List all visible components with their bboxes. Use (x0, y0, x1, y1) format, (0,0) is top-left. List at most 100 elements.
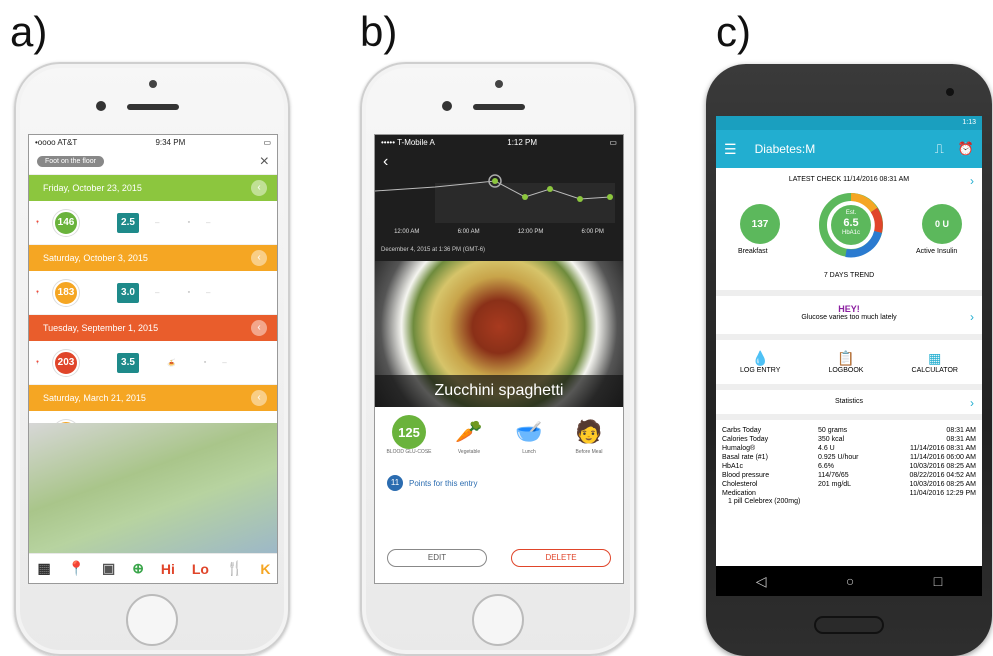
hba1c-label: HbA1c (841, 230, 860, 236)
android-c-frame: 1:13 ☰ Diabetes:M ⎍ ⏰ LATEST CHECK 11/14… (706, 64, 992, 656)
delete-button[interactable]: DELETE (511, 549, 611, 567)
glucose-badge: 183 (53, 279, 79, 306)
trend-line (375, 174, 615, 223)
collapse-icon[interactable]: ‹ (251, 390, 267, 406)
blood-glucose-item: 125 BLOOD GLU-COSE (383, 415, 435, 455)
empty-dash: – (155, 218, 160, 227)
stat-value: 350 kcal (818, 436, 845, 443)
entry-row[interactable]: 📍 146 2.5 – ▫ – (29, 201, 277, 245)
filter-tag[interactable]: Foot on the floor (37, 156, 104, 167)
k-icon[interactable]: K (260, 561, 270, 577)
date-label: Friday, October 23, 2015 (43, 183, 142, 193)
time-tick: 6:00 PM (581, 229, 604, 235)
status-bar: ••••• T-Mobile A 1:12 PM ▭ (375, 135, 623, 149)
active-insulin-value: 0 U (922, 204, 962, 244)
stat-time: 11/04/2016 12:29 PM (909, 490, 976, 497)
time-tick: 12:00 PM (517, 229, 544, 235)
entry-list: Friday, October 23, 2015 ‹ 📍 146 2.5 – ▫ – Satur… (29, 175, 277, 455)
stat-value: 4.6 U (818, 445, 835, 452)
stat-value: 0.925 U/hour (818, 454, 859, 461)
icon-label: Before Meal (575, 449, 603, 455)
hey-card[interactable]: HEY! Glucose varies too much lately › (716, 296, 982, 340)
iphone-sensor (149, 80, 157, 88)
phone-a-screen: •oooo AT&T 9:34 PM ▭ Foot on the floor ×… (28, 134, 278, 584)
statistics-card[interactable]: Statistics › (716, 390, 982, 420)
action-buttons: EDIT DELETE (375, 549, 623, 567)
stats-row: Cholesterol 201 mg/dL 10/03/2016 08:25 AM (722, 480, 976, 489)
logbook-button[interactable]: 📋 LOGBOOK (828, 350, 863, 374)
entry-datetime: December 4, 2015 at 1:36 PM (GMT-6) (381, 247, 486, 253)
alarm-icon[interactable]: ⏰ (958, 141, 974, 157)
entry-row[interactable]: 📍 183 3.0 – ▫ – (29, 271, 277, 315)
carrier-label: ••••• T-Mobile A (381, 137, 435, 147)
chevron-right-icon[interactable]: › (970, 396, 974, 410)
stat-key: Cholesterol (722, 481, 758, 488)
date-header[interactable]: Saturday, October 3, 2015 ‹ (29, 245, 277, 271)
home-nav-icon[interactable]: ○ (846, 573, 854, 589)
collapse-icon[interactable]: ‹ (251, 250, 267, 266)
barcode-icon[interactable]: ▦ (37, 560, 50, 577)
pump-icon[interactable]: ⎍ (935, 141, 944, 157)
log-entry-label: LOG ENTRY (740, 367, 781, 374)
high-icon[interactable]: Hi (161, 561, 175, 577)
back-nav-icon[interactable]: ◁ (756, 573, 767, 590)
entry-row[interactable]: 📍 203 3.5 🍝 ▫ – (29, 341, 277, 385)
edit-button[interactable]: EDIT (387, 549, 487, 567)
home-button[interactable] (126, 594, 178, 646)
iphone-b-frame: ••••• T-Mobile A 1:12 PM ▭ ‹ 12:00 AM 6:0… (360, 62, 636, 656)
date-header[interactable]: Friday, October 23, 2015 ‹ (29, 175, 277, 201)
breakfast-label: Breakfast (738, 248, 768, 255)
person-icon: 🧑 (575, 419, 603, 444)
drop-icon: 💧 (751, 350, 769, 366)
stat-key: Humalog® (722, 445, 756, 452)
insulin-badge: 3.5 (117, 352, 139, 373)
app-title: Diabetes:M (754, 142, 816, 156)
stats-row: Humalog® 4.6 U 11/14/2016 08:31 AM (722, 444, 976, 453)
stat-key: Calories Today (722, 436, 769, 443)
food-icon: 🍝 (167, 359, 176, 367)
location-icon[interactable]: 📍 (68, 560, 85, 577)
collapse-icon[interactable]: ‹ (251, 180, 267, 196)
before-meal-item: 🧑 Before Meal (563, 415, 615, 455)
lunch-item: 🥣 Lunch (503, 415, 555, 455)
stats-table: Carbs Today 50 grams 08:31 AM Calories Toda… (716, 420, 982, 498)
meal-title: Zucchini spaghetti (375, 375, 623, 407)
vegetable-item: 🥕 Vegetable (443, 415, 495, 455)
hba1c-center: Est. 6.5 HbA1c (816, 208, 886, 238)
camera-icon: ▫ (187, 289, 190, 296)
date-header[interactable]: Saturday, March 21, 2015 ‹ (29, 385, 277, 411)
status-bar: •oooo AT&T 9:34 PM ▭ (29, 135, 277, 149)
image-icon[interactable]: ▣ (102, 560, 115, 577)
clock-label: 1:12 PM (507, 137, 538, 147)
stat-time: 08:31 AM (946, 436, 976, 443)
date-header[interactable]: Tuesday, September 1, 2015 ‹ (29, 315, 277, 341)
points-row[interactable]: 11 Points for this entry (387, 475, 623, 491)
close-icon[interactable]: × (260, 153, 269, 171)
menu-icon[interactable]: ☰ (724, 141, 737, 158)
stat-value: 6.6% (818, 463, 834, 470)
date-label: Tuesday, September 1, 2015 (43, 323, 159, 333)
iphone-speaker (127, 104, 179, 110)
date-label: Saturday, October 3, 2015 (43, 253, 148, 263)
target-icon[interactable]: ⊕ (132, 560, 144, 577)
recents-nav-icon[interactable]: □ (934, 573, 942, 589)
camera-icon: ▫ (203, 359, 207, 366)
status-bar: 1:13 (716, 116, 982, 130)
time-pin-icon: 📍 (35, 290, 40, 295)
latest-check-card[interactable]: LATEST CHECK 11/14/2016 08:31 AM › 137 B… (716, 168, 982, 296)
calculator-button[interactable]: ▦ CALCULATOR (912, 350, 958, 374)
chevron-right-icon[interactable]: › (970, 310, 974, 324)
calculator-label: CALCULATOR (911, 367, 958, 374)
log-entry-button[interactable]: 💧 LOG ENTRY (740, 350, 780, 374)
stat-value: 114/76/65 (818, 472, 849, 479)
chevron-right-icon[interactable]: › (970, 174, 974, 188)
stat-key: HbA1c (722, 463, 744, 470)
active-insulin-label: Active Insulin (916, 248, 958, 255)
android-nav-bar: ◁ ○ □ (716, 566, 982, 596)
stat-key: Medication (722, 490, 756, 497)
low-icon[interactable]: Lo (192, 561, 209, 577)
food-icon[interactable]: 🍴 (226, 560, 243, 577)
collapse-icon[interactable]: ‹ (251, 320, 267, 336)
home-button[interactable] (472, 594, 524, 646)
stat-key: Blood pressure (722, 472, 770, 479)
